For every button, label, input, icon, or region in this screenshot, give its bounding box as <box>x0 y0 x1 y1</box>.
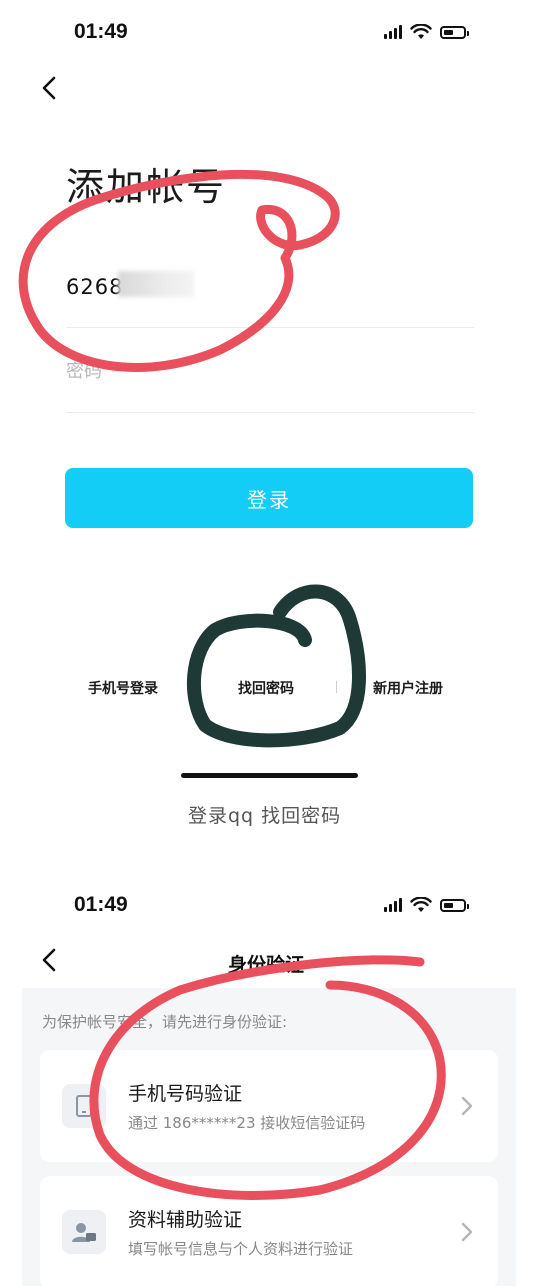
status-time-2: 01:49 <box>74 893 128 916</box>
battery-icon <box>440 898 469 912</box>
password-divider <box>66 412 474 413</box>
find-password-link[interactable]: 找回密码 <box>238 678 294 698</box>
register-link[interactable]: 新用户注册 <box>373 678 443 698</box>
chevron-right-icon <box>461 1222 473 1242</box>
battery-icon <box>440 25 469 39</box>
status-icons-2 <box>384 897 469 913</box>
phone-verify-option[interactable]: 手机号码验证 通过 186******23 接收短信验证码 <box>40 1050 498 1162</box>
option-subtitle: 通过 186******23 接收短信验证码 <box>128 1114 366 1132</box>
signal-icon <box>384 25 402 39</box>
link-separator <box>336 681 337 693</box>
password-field[interactable] <box>66 358 366 384</box>
account-field[interactable]: 6268 <box>66 275 123 299</box>
wifi-icon <box>410 24 432 39</box>
status-time: 01:49 <box>74 20 128 43</box>
signal-icon <box>384 898 402 912</box>
option-title: 手机号码验证 <box>128 1083 243 1105</box>
id-card-icon <box>62 1210 106 1254</box>
status-icons <box>384 24 469 40</box>
back-icon[interactable] <box>40 948 60 972</box>
option-subtitle: 填写帐号信息与个人资料进行验证 <box>128 1240 354 1258</box>
wifi-icon <box>410 897 432 912</box>
verification-hint: 为保护帐号安全，请先进行身份验证: <box>42 1013 288 1031</box>
option-title: 资料辅助验证 <box>128 1209 243 1231</box>
back-icon[interactable] <box>40 76 60 100</box>
caption-text: 登录qq 找回密码 <box>188 805 342 827</box>
home-indicator <box>181 773 358 778</box>
profile-verify-option[interactable]: 资料辅助验证 填写帐号信息与个人资料进行验证 <box>40 1176 498 1288</box>
dark-circle-annotation <box>186 584 366 748</box>
nav-title: 身份验证 <box>228 954 305 976</box>
phone-login-link[interactable]: 手机号登录 <box>88 678 158 698</box>
page-title: 添加帐号 <box>66 165 227 209</box>
account-redacted <box>118 271 194 297</box>
phone-icon <box>62 1084 106 1128</box>
account-divider <box>66 327 474 328</box>
chevron-right-icon <box>461 1096 473 1116</box>
login-button[interactable]: 登录 <box>65 468 473 528</box>
